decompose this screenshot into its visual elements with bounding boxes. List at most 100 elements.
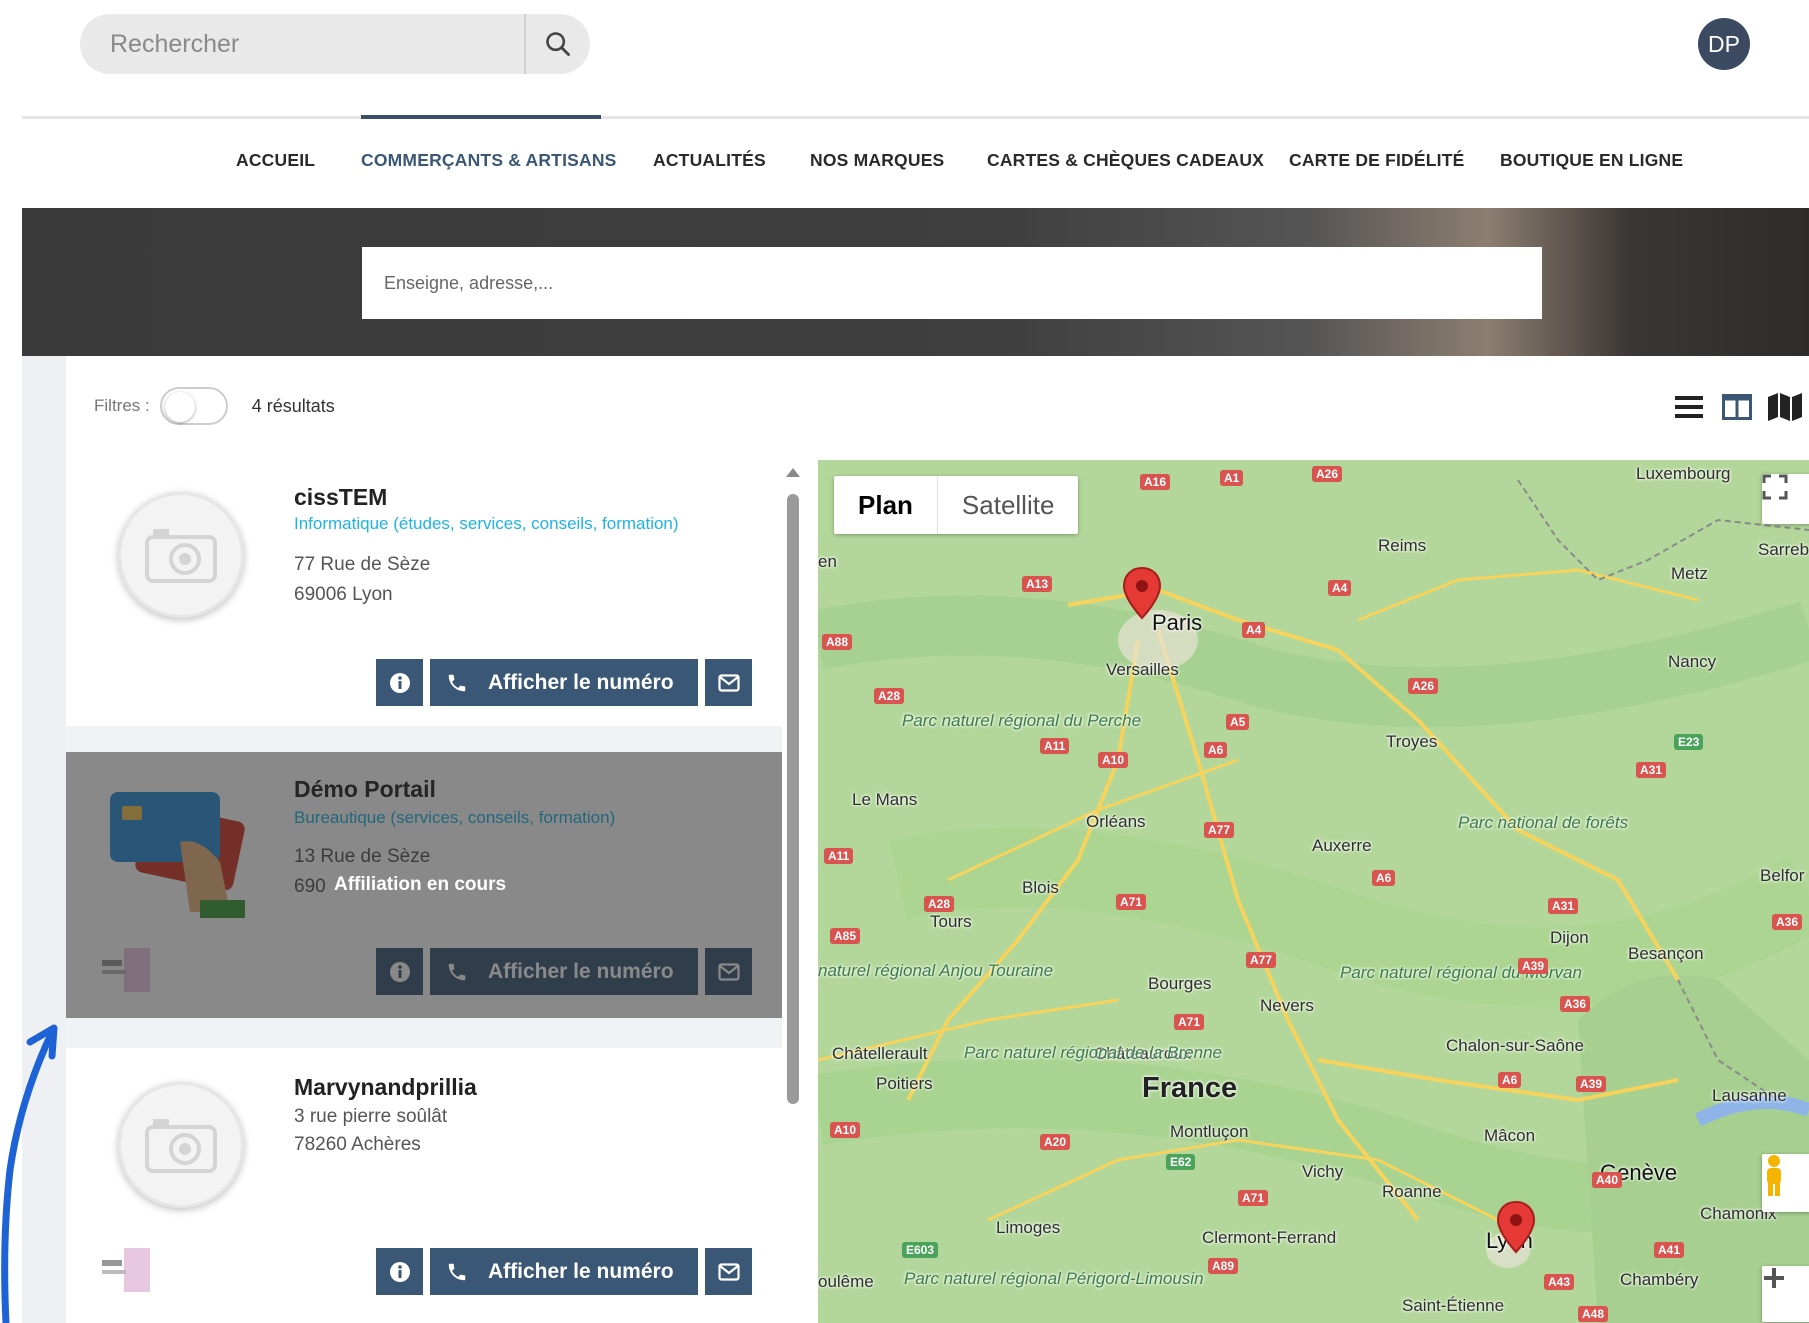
scroll-up-arrow[interactable] xyxy=(786,468,800,477)
map-city: Nancy xyxy=(1668,652,1717,671)
road-shield: A10 xyxy=(1098,752,1129,768)
info-button[interactable] xyxy=(376,1248,423,1295)
map-park: Parc national de forêts xyxy=(1458,813,1629,832)
road-shield: E23 xyxy=(1674,734,1704,750)
email-button[interactable] xyxy=(705,948,752,995)
show-phone-button[interactable]: Afficher le numéro xyxy=(430,659,698,706)
street-view-button[interactable] xyxy=(1762,1154,1809,1212)
map-city: Blois xyxy=(1022,878,1059,897)
info-button[interactable] xyxy=(376,659,423,706)
map-city: Chalon-sur-Saône xyxy=(1446,1036,1584,1055)
map-pin-lyon[interactable] xyxy=(1496,1200,1536,1254)
listing-actions: Afficher le numéro xyxy=(376,659,752,706)
phone-icon xyxy=(448,963,466,980)
map-type-satellite[interactable]: Satellite xyxy=(938,476,1079,534)
global-search xyxy=(80,14,590,74)
filters-toggle[interactable] xyxy=(159,387,228,425)
map-city: Besançon xyxy=(1628,944,1704,963)
placeholder-logo xyxy=(118,1082,244,1208)
camera-icon xyxy=(145,1119,217,1173)
merchant-search-input[interactable] xyxy=(362,247,1542,319)
listing-category: Bureautique (services, conseils, formati… xyxy=(294,808,616,827)
nav-actualites[interactable]: ACTUALITÉS xyxy=(653,150,766,171)
road-shield: A5 xyxy=(1226,714,1250,730)
nav-nos-marques[interactable]: NOS MARQUES xyxy=(810,150,944,171)
map-city: Châtellerault xyxy=(832,1044,928,1063)
main-nav: ACCUEIL COMMERÇANTS & ARTISANS ACTUALITÉ… xyxy=(0,150,1809,180)
road-shield: A39 xyxy=(1518,958,1549,974)
email-button[interactable] xyxy=(705,1248,752,1295)
fullscreen-button[interactable] xyxy=(1762,474,1809,524)
road-shield: A88 xyxy=(822,634,853,650)
listing-name[interactable]: cissTEM xyxy=(294,484,387,511)
user-avatar[interactable]: DP xyxy=(1698,18,1750,70)
phone-icon xyxy=(448,674,466,691)
map-city: Bourges xyxy=(1148,974,1212,993)
map-view-button[interactable] xyxy=(1768,390,1802,424)
road-shield: A48 xyxy=(1578,1306,1609,1322)
map-city: Tours xyxy=(930,912,972,931)
map-park: Parc naturel régional de la Brenne xyxy=(964,1044,1222,1061)
road-shield: A36 xyxy=(1560,996,1591,1012)
listing-name[interactable]: Démo Portail xyxy=(294,776,436,803)
listing-actions: Afficher le numéro xyxy=(376,948,752,995)
search-icon xyxy=(546,32,570,56)
filters-label: Filtres : xyxy=(94,396,150,415)
map-park: Parc naturel régional Périgord-Limousin xyxy=(904,1269,1204,1288)
nav-carte-fidelite[interactable]: CARTE DE FIDÉLITÉ xyxy=(1289,150,1465,171)
map-city: Auxerre xyxy=(1312,836,1372,855)
map-city: Metz xyxy=(1671,564,1708,583)
toggle-knob xyxy=(164,392,195,422)
columns-icon xyxy=(1722,394,1752,420)
document-thumbnail xyxy=(102,1248,150,1292)
list-icon xyxy=(1675,396,1703,418)
list-view-button[interactable] xyxy=(1672,390,1706,424)
plus-icon xyxy=(1764,1268,1784,1288)
listing-name[interactable]: Marvynandprillia xyxy=(294,1074,477,1101)
road-shield: A11 xyxy=(824,848,854,864)
global-search-input[interactable] xyxy=(80,14,524,74)
search-button[interactable] xyxy=(524,14,590,74)
road-shield: A40 xyxy=(1592,1172,1623,1188)
road-shield: A41 xyxy=(1654,1242,1685,1258)
listing-card[interactable]: Marvynandprillia 3 rue pierre soûlât 782… xyxy=(66,1048,782,1323)
map-park: naturel régional Anjou Touraine xyxy=(818,961,1054,980)
map-city: Nevers xyxy=(1260,996,1314,1015)
nav-boutique-en-ligne[interactable]: BOUTIQUE EN LIGNE xyxy=(1500,150,1683,171)
scroll-thumb[interactable] xyxy=(787,494,799,1104)
zoom-in-button[interactable] xyxy=(1762,1266,1809,1322)
show-phone-button[interactable]: Afficher le numéro xyxy=(430,948,698,995)
listing-actions: Afficher le numéro xyxy=(376,1248,752,1295)
nav-cartes-cheques-cadeaux[interactable]: CARTES & CHÈQUES CADEAUX xyxy=(987,150,1264,171)
road-shield: A26 xyxy=(1408,678,1439,694)
document-thumbnail xyxy=(102,948,150,992)
nav-active-indicator xyxy=(361,115,601,119)
nav-accueil[interactable]: ACCUEIL xyxy=(236,150,315,171)
email-button[interactable] xyxy=(705,659,752,706)
map-pin-paris[interactable] xyxy=(1122,566,1162,620)
map-city: Roanne xyxy=(1382,1182,1442,1201)
map-city: Clermont-Ferrand xyxy=(1202,1228,1337,1247)
map-type-plan[interactable]: Plan xyxy=(834,476,938,534)
listing-address-line2: 690 xyxy=(294,876,326,897)
map-city: Reims xyxy=(1378,536,1427,555)
show-phone-label: Afficher le numéro xyxy=(488,1259,674,1283)
map-panel[interactable]: Paris Versailles Reims Metz Nancy Luxemb… xyxy=(818,460,1809,1323)
road-shield: A6 xyxy=(1204,742,1228,758)
road-shield: A11 xyxy=(1040,738,1070,754)
map-city: Limoges xyxy=(996,1218,1061,1237)
road-shield: A10 xyxy=(830,1122,861,1138)
info-button[interactable] xyxy=(376,948,423,995)
view-switcher xyxy=(1672,390,1802,424)
show-phone-button[interactable]: Afficher le numéro xyxy=(430,1248,698,1295)
listing-card[interactable]: cissTEM Informatique (études, services, … xyxy=(66,456,782,726)
road-shield: A77 xyxy=(1246,952,1277,968)
pegman-icon xyxy=(1767,1155,1781,1196)
listing-card-pending[interactable]: Démo Portail Bureautique (services, cons… xyxy=(66,752,782,1018)
show-phone-label: Afficher le numéro xyxy=(488,670,674,694)
split-view-button[interactable] xyxy=(1720,390,1754,424)
camera-icon xyxy=(145,529,217,583)
listing-scrollbar[interactable] xyxy=(782,462,804,1323)
annotation-arrow xyxy=(1,1024,58,1323)
nav-commercants-artisans[interactable]: COMMERÇANTS & ARTISANS xyxy=(361,150,617,171)
